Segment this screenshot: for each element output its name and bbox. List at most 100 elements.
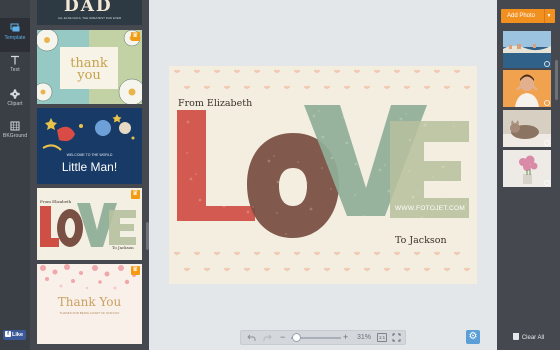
texture-speck	[368, 210, 370, 212]
texture-speck	[302, 156, 304, 158]
heart-shape	[264, 267, 270, 272]
texture-speck	[210, 126, 214, 130]
texture-speck	[420, 248, 422, 250]
texture-speck	[261, 227, 263, 229]
heart-shape	[364, 267, 370, 272]
template-thank-you-flowers[interactable]: thank you	[37, 30, 142, 104]
premium-crown-icon	[131, 31, 140, 41]
tool-background[interactable]: BKGround	[0, 116, 30, 150]
texture-speck	[408, 138, 412, 142]
settings-gear-icon[interactable]: ⚙	[466, 330, 480, 344]
photo-select-checkbox[interactable]	[544, 61, 550, 67]
heart-shape	[234, 69, 240, 74]
texture-speck	[255, 231, 259, 235]
design-canvas[interactable]: From Elizabeth WWW.FOTOJET.COM To Jackso…	[169, 66, 477, 284]
tool-clipart[interactable]: Clipart	[0, 84, 30, 118]
texture-speck	[309, 207, 313, 211]
photo-thumb-woman[interactable]	[503, 70, 551, 107]
heart-shape	[434, 69, 440, 74]
texture-speck	[392, 216, 394, 218]
texture-speck	[182, 126, 184, 128]
tool-template[interactable]: Template	[0, 18, 30, 52]
texture-speck	[351, 137, 353, 139]
texture-speck	[417, 191, 419, 193]
zoom-out-icon[interactable]: −	[280, 331, 285, 344]
clear-all-button[interactable]: Clear All	[497, 330, 560, 346]
texture-speck	[276, 180, 280, 184]
heart-shape	[204, 267, 210, 272]
photo-thumb-seaside[interactable]	[503, 31, 551, 68]
canvas-from-text[interactable]: From Elizabeth	[178, 98, 252, 109]
template-scrollbar[interactable]	[146, 222, 149, 250]
zoom-in-icon[interactable]: +	[343, 331, 348, 344]
texture-speck	[297, 129, 301, 133]
texture-speck	[462, 146, 464, 148]
texture-speck	[468, 228, 472, 232]
heart-shape	[444, 267, 450, 272]
texture-speck	[297, 161, 299, 163]
texture-speck	[318, 110, 320, 112]
add-photo-button[interactable]: Add Photo ▼	[501, 9, 555, 23]
template-dad[interactable]: DAD ALL ELSE FAILS, THE GREATEST DAD EVE…	[37, 0, 142, 25]
heart-shape	[274, 69, 280, 74]
template-love[interactable]: From Elizabeth To Jackson	[37, 188, 142, 260]
texture-speck	[342, 116, 344, 118]
add-photo-dropdown-icon[interactable]: ▼	[544, 9, 553, 23]
texture-speck	[321, 167, 323, 169]
texture-speck	[380, 138, 382, 140]
texture-speck	[354, 194, 356, 196]
texture-speck	[267, 159, 271, 163]
facebook-like-button[interactable]: f Like	[3, 330, 26, 340]
facebook-like-label: Like	[12, 332, 24, 338]
redo-icon[interactable]	[263, 334, 272, 342]
texture-speck	[198, 230, 200, 232]
texture-speck	[186, 152, 188, 154]
canvas-brand-text[interactable]: WWW.FOTOJET.COM	[395, 205, 465, 212]
tool-rail: Template Text Clipart BKGround f Like	[0, 0, 30, 350]
texture-speck	[314, 234, 316, 236]
texture-speck	[357, 219, 361, 223]
heart-shape	[394, 251, 400, 256]
photo-thumb-cat[interactable]	[503, 110, 551, 147]
texture-speck	[375, 143, 377, 145]
fullscreen-icon[interactable]	[392, 333, 401, 342]
template-little-man[interactable]: WELCOME TO THE WORLD Little Man!	[37, 108, 142, 184]
texture-speck	[342, 234, 346, 238]
heart-shape	[334, 69, 340, 74]
photo-select-checkbox[interactable]	[544, 180, 550, 186]
texture-speck	[309, 239, 311, 241]
texture-speck	[198, 198, 202, 202]
template-thank-you-hearts-subtitle: THANKS FOR BEING A PART OF OUR DAY	[59, 311, 120, 315]
texture-speck	[350, 168, 352, 170]
zoom-slider-thumb[interactable]	[292, 333, 301, 342]
heart-shape	[394, 69, 400, 74]
premium-crown-icon	[131, 189, 140, 199]
texture-speck	[207, 251, 209, 253]
photo-select-checkbox[interactable]	[544, 100, 550, 106]
texture-speck	[413, 165, 415, 167]
texture-speck	[335, 183, 337, 185]
texture-speck	[317, 141, 319, 143]
texture-speck	[395, 123, 397, 125]
heart-shape	[224, 267, 230, 272]
actual-size-button[interactable]: 1:1	[377, 333, 387, 342]
texture-speck	[243, 153, 247, 157]
heart-shape	[464, 267, 470, 272]
template-dad-title: DAD	[64, 0, 113, 16]
photo-thumb-flowers[interactable]	[503, 150, 551, 187]
undo-icon[interactable]	[247, 334, 256, 342]
texture-speck	[285, 233, 287, 235]
canvas-to-text[interactable]: To Jackson	[395, 235, 447, 246]
heart-shape	[434, 251, 440, 256]
texture-speck	[216, 122, 218, 124]
photo-select-checkbox[interactable]	[544, 140, 550, 146]
tool-text[interactable]: Text	[0, 50, 30, 84]
texture-speck	[269, 129, 271, 131]
heart-shape	[264, 85, 270, 90]
photo-scrollbar[interactable]	[555, 60, 558, 100]
texture-speck	[366, 240, 370, 244]
template-little-man-title: Little Man!	[61, 160, 118, 174]
texture-speck	[228, 200, 230, 202]
heart-shape	[174, 69, 180, 74]
template-thank-you-hearts[interactable]: Thank You THANKS FOR BEING A PART OF OUR…	[37, 264, 142, 344]
